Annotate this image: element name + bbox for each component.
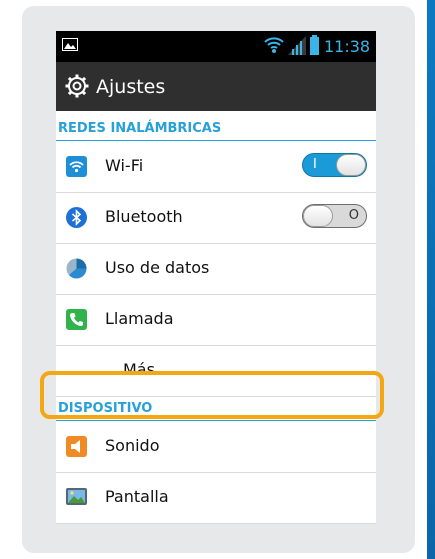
battery-icon bbox=[310, 35, 319, 55]
gallery-notification-icon bbox=[62, 38, 78, 51]
setting-row-data-usage[interactable]: Uso de datos bbox=[56, 244, 376, 295]
bluetooth-icon bbox=[66, 207, 87, 228]
section-header-wireless: REDES INALÁMBRICAS bbox=[56, 117, 376, 141]
page-title: Ajustes bbox=[96, 76, 166, 98]
cell-signal-icon bbox=[288, 36, 306, 55]
bluetooth-toggle[interactable]: O bbox=[302, 204, 367, 228]
setting-label-bluetooth: Bluetooth bbox=[105, 207, 183, 226]
phone-call-icon bbox=[66, 309, 87, 330]
toggle-on-mark: I bbox=[313, 157, 317, 172]
status-bar: 11:38 bbox=[56, 31, 376, 62]
setting-label-data-usage: Uso de datos bbox=[105, 258, 210, 277]
more-option-highlight bbox=[40, 371, 384, 419]
clock-time: 11:38 bbox=[324, 37, 371, 56]
data-usage-icon bbox=[66, 258, 87, 279]
blue-edge-stripe bbox=[427, 0, 435, 559]
setting-row-display[interactable]: Pantalla bbox=[56, 473, 376, 524]
display-icon bbox=[66, 488, 87, 505]
wifi-icon bbox=[66, 156, 87, 177]
settings-gear-icon bbox=[65, 74, 89, 98]
sound-icon bbox=[66, 436, 87, 457]
phone-screen: 11:38 Ajustes REDES INALÁMBRICAS Wi-Fi I… bbox=[56, 31, 376, 524]
setting-label-call: Llamada bbox=[105, 309, 174, 328]
setting-row-call[interactable]: Llamada bbox=[56, 295, 376, 346]
setting-label-sound: Sonido bbox=[105, 436, 160, 455]
setting-row-bluetooth[interactable]: Bluetooth O bbox=[56, 193, 376, 244]
toggle-off-mark: O bbox=[348, 208, 359, 223]
setting-row-sound[interactable]: Sonido bbox=[56, 422, 376, 473]
setting-label-display: Pantalla bbox=[105, 487, 169, 506]
setting-label-wifi: Wi-Fi bbox=[105, 156, 144, 175]
wifi-toggle[interactable]: I bbox=[302, 153, 367, 177]
toggle-knob[interactable] bbox=[336, 154, 366, 176]
action-bar: Ajustes bbox=[56, 62, 376, 111]
setting-row-wifi[interactable]: Wi-Fi I bbox=[56, 142, 376, 193]
toggle-knob[interactable] bbox=[303, 205, 333, 227]
wifi-signal-icon bbox=[264, 37, 284, 53]
